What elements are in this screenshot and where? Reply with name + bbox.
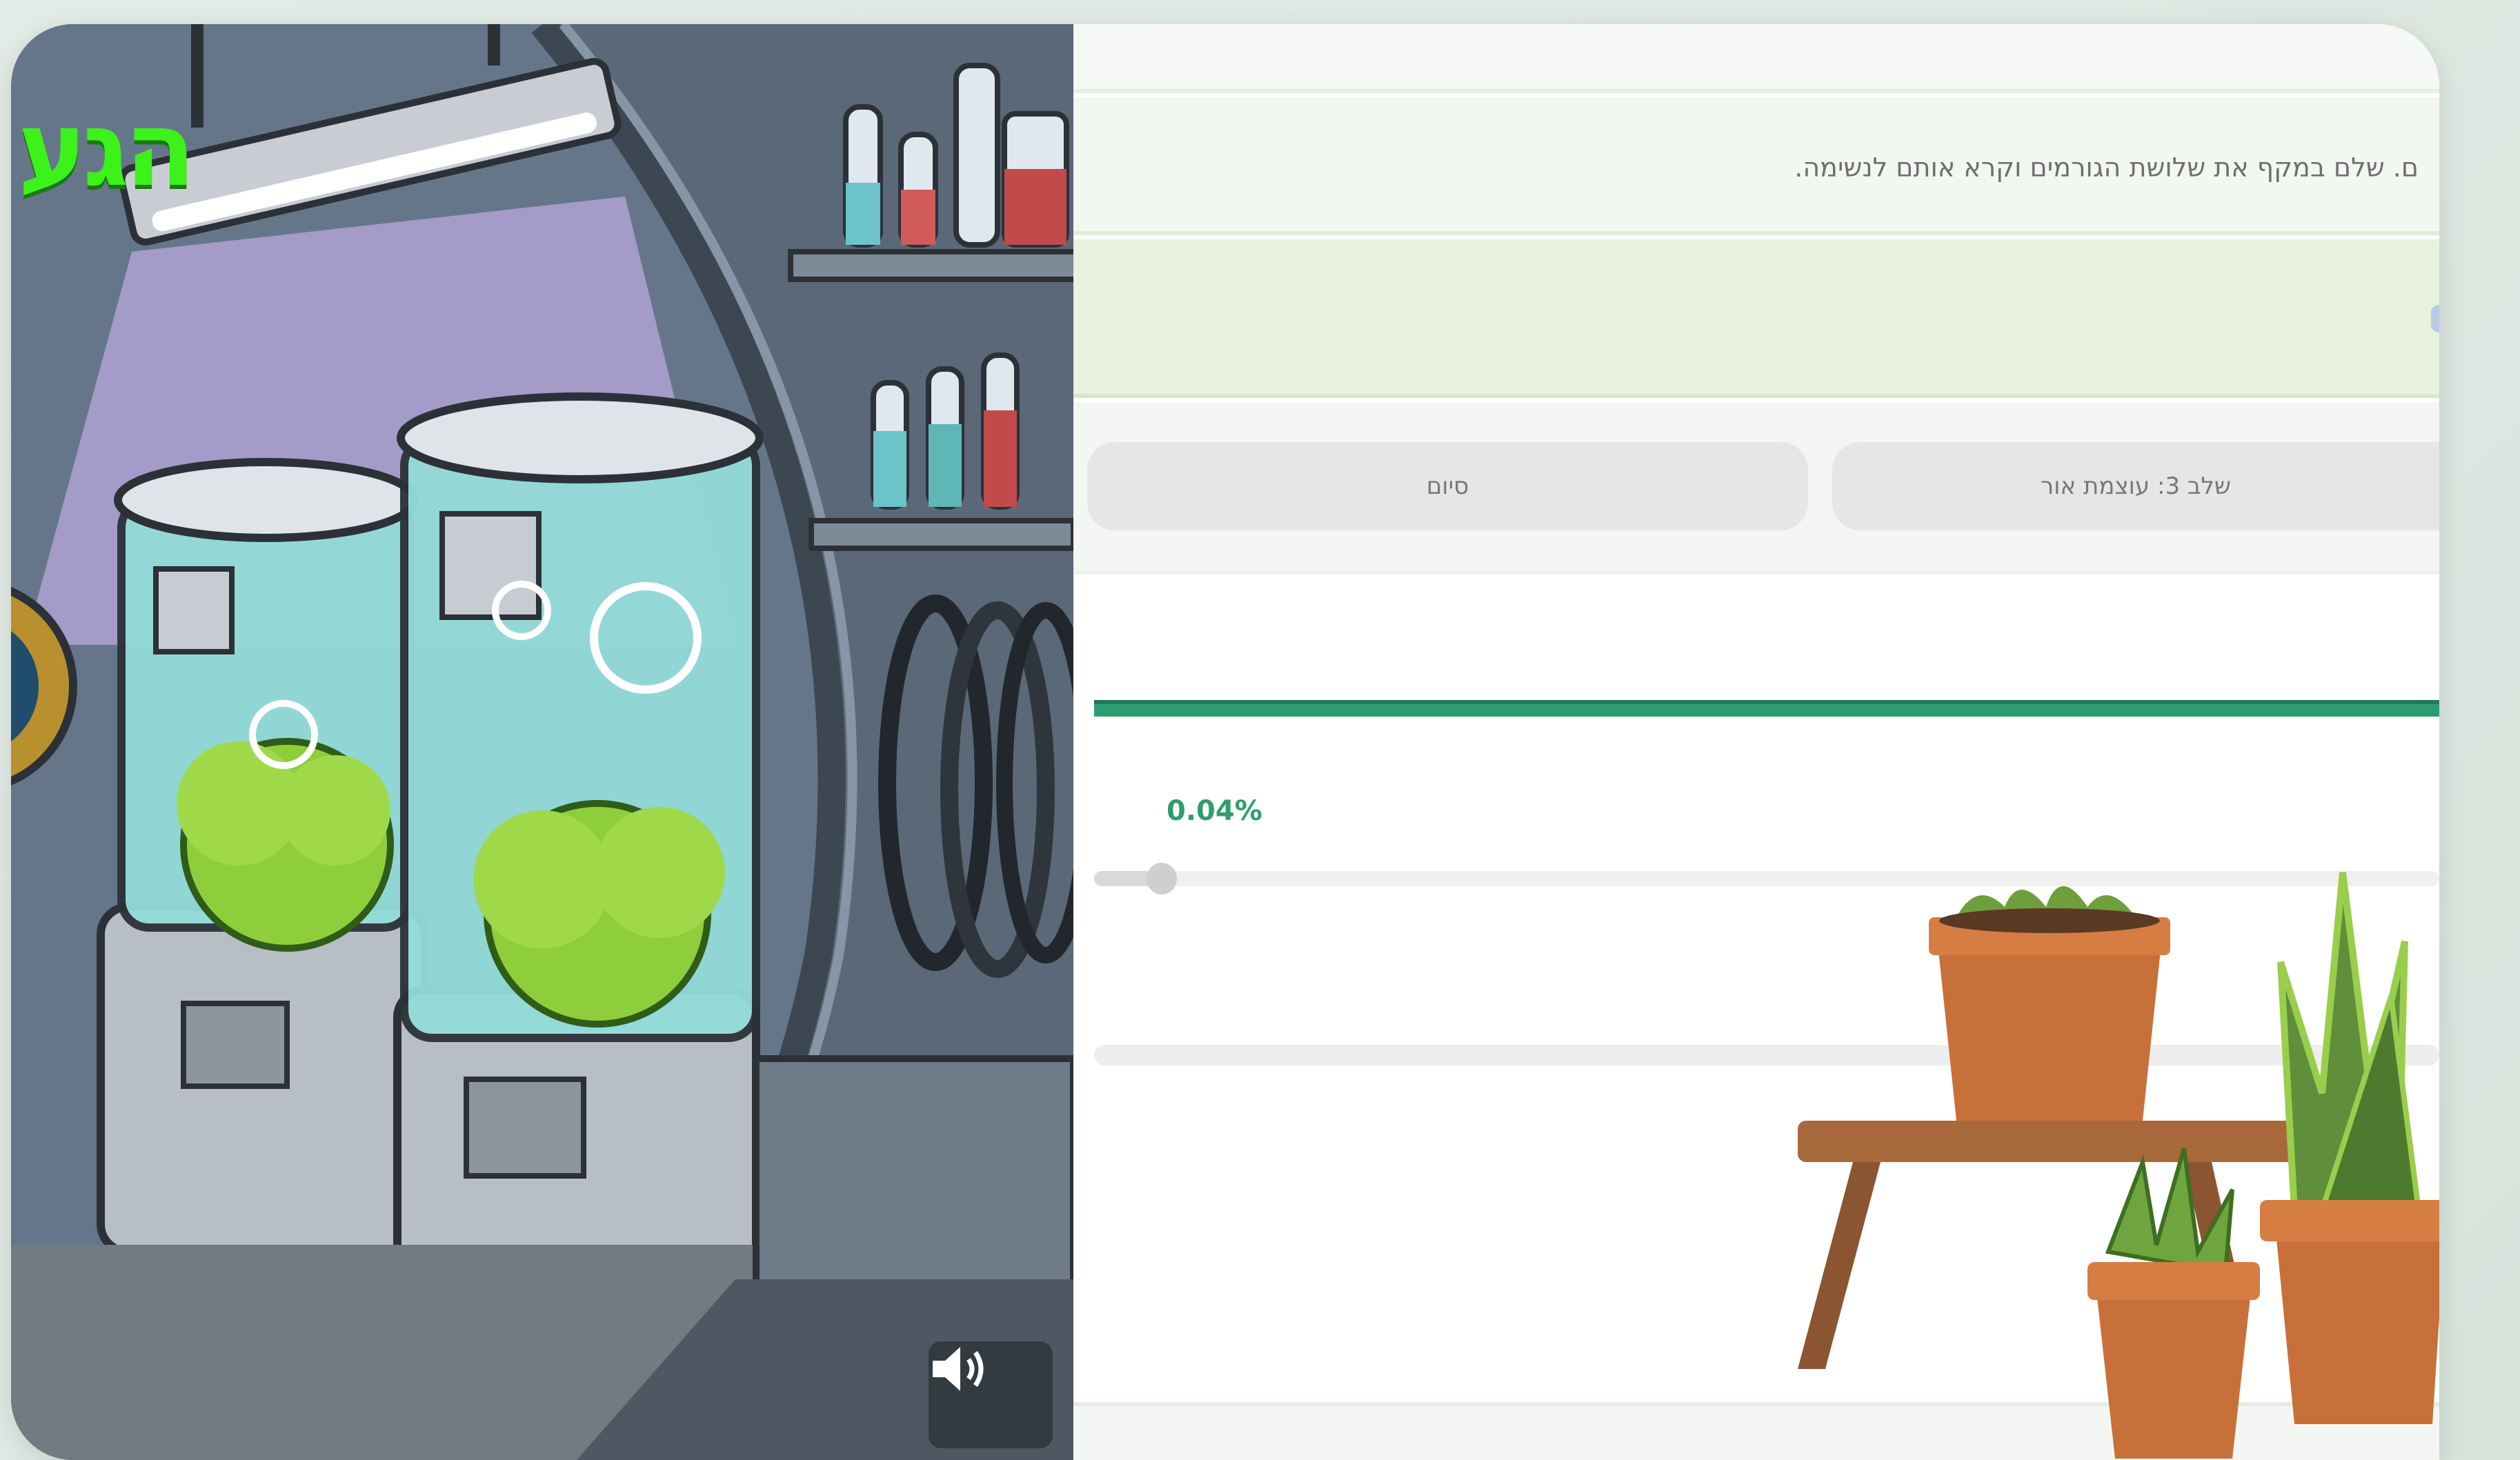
top-bar (1073, 24, 2439, 93)
sound-button[interactable] (929, 1341, 1053, 1448)
instructions-box: ם. שלם במקף את שלושת הגורמים וקרא אותם ל… (1073, 97, 2439, 235)
activity-card: הגע ם. שלם במקף את שלושת הגורמים וקרא או… (11, 24, 2439, 1460)
instructions-text: ם. שלם במקף את שלושת הגורמים וקרא אותם ל… (1794, 152, 2419, 183)
progress-percent: 0.04% (1167, 795, 1262, 827)
progress-line (1094, 700, 2439, 717)
scroll-indicator (2431, 305, 2439, 332)
lab-title: הגע (18, 90, 196, 210)
step-finish[interactable]: סיום (1087, 442, 1808, 530)
lab-illustration: הגע (11, 24, 1073, 1460)
speaker-icon (933, 1347, 984, 1391)
steps-navigation: שלב 3: עוצמת אור סיום (1073, 402, 2439, 574)
step-3-light-intensity[interactable]: שלב 3: עוצמת אור (1832, 442, 2439, 530)
answer-area (1073, 239, 2439, 398)
lab-scene (11, 24, 1073, 1460)
plants-decoration (1798, 872, 2439, 1459)
slider-thumb[interactable] (1146, 863, 1177, 894)
